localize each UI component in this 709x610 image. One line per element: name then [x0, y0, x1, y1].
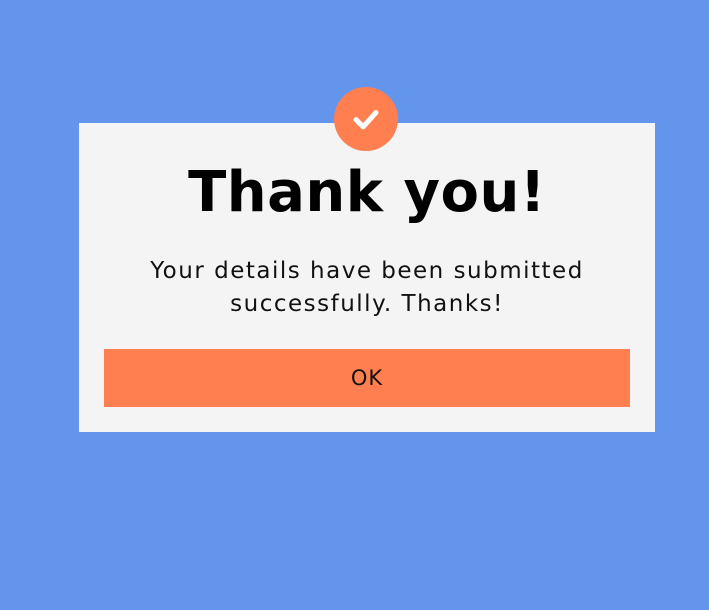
check-icon [353, 110, 379, 130]
dialog-message: Your details have been submitted success… [150, 258, 584, 317]
thank-you-dialog: Thank you! Your details have been submit… [79, 87, 655, 432]
dialog-title: Thank you! [188, 160, 546, 225]
success-badge [334, 87, 398, 151]
page-background: { "dialog": { "icon": "check-icon", "tit… [0, 0, 709, 610]
ok-button[interactable]: OK [104, 349, 630, 407]
